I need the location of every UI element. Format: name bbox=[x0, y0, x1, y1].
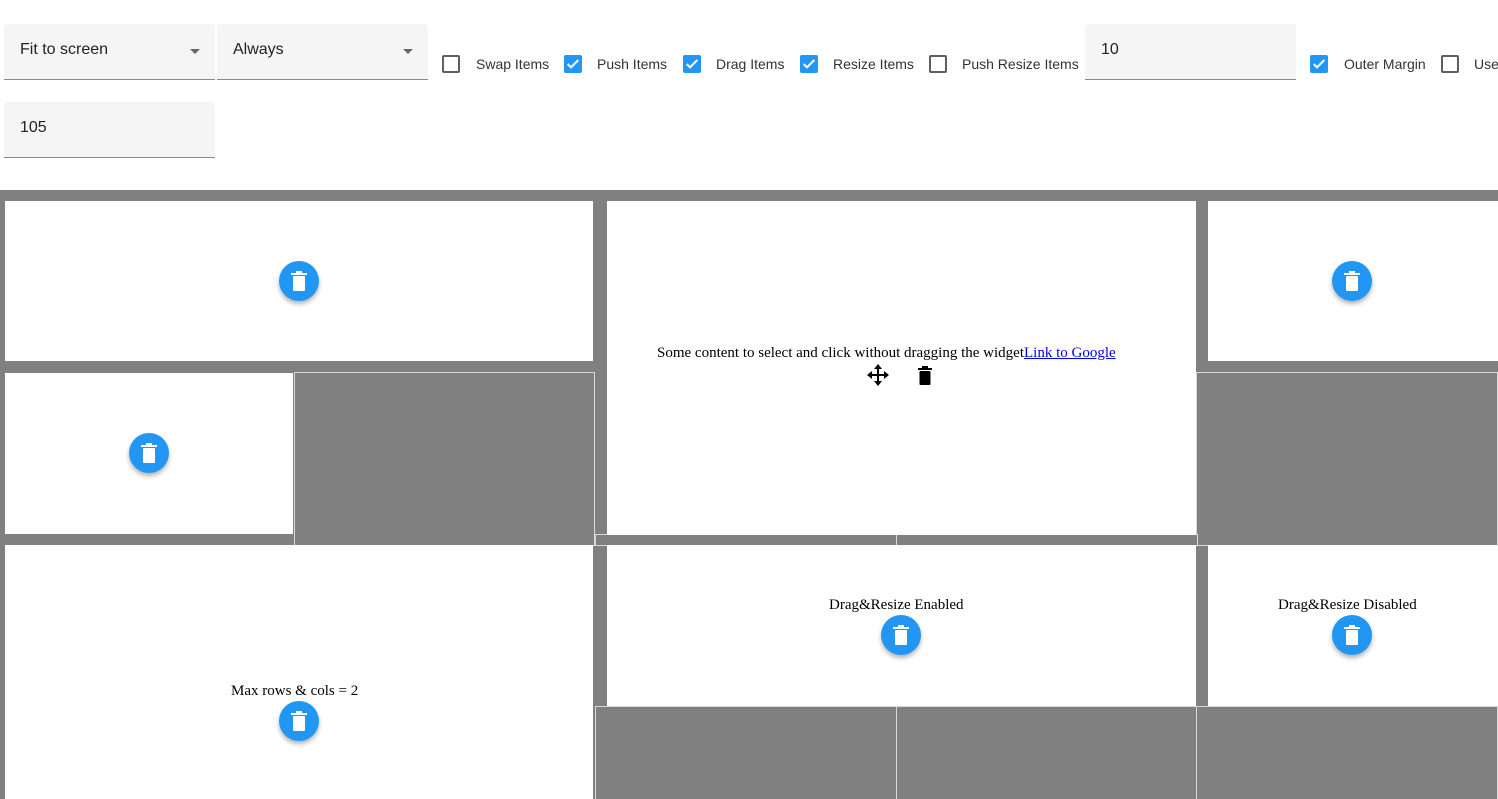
drag-items-label: Drag Items bbox=[716, 56, 785, 72]
empty-grid-cell bbox=[294, 372, 595, 546]
push-items-checkbox[interactable] bbox=[564, 55, 582, 73]
content-widget[interactable]: Some content to select and click without… bbox=[607, 201, 1196, 535]
drag-resize-disabled-label: Drag&Resize Disabled bbox=[1278, 597, 1417, 613]
push-resize-items-checkbox[interactable] bbox=[929, 55, 947, 73]
trash-icon bbox=[893, 625, 909, 645]
grid-type-select[interactable]: Fit to screen bbox=[4, 24, 215, 80]
grid-item[interactable] bbox=[5, 373, 293, 534]
trash-icon bbox=[291, 711, 307, 731]
trash-icon[interactable] bbox=[918, 366, 932, 385]
use-checkbox[interactable] bbox=[1441, 55, 1459, 73]
row-height-input[interactable]: 105 bbox=[4, 102, 215, 158]
move-icon[interactable] bbox=[866, 363, 890, 387]
swap-items-label: Swap Items bbox=[476, 56, 550, 72]
empty-grid-cell bbox=[1196, 706, 1498, 799]
google-link[interactable]: Link to Google bbox=[1024, 345, 1116, 361]
delete-button[interactable] bbox=[1332, 261, 1372, 301]
empty-grid-cell bbox=[896, 706, 1198, 799]
resize-items-checkbox[interactable] bbox=[800, 55, 818, 73]
drag-resize-disabled-widget[interactable]: Drag&Resize Disabled bbox=[1208, 545, 1498, 706]
compact-type-value: Always bbox=[233, 41, 284, 58]
grid-item[interactable] bbox=[1208, 201, 1498, 361]
outer-margin-label: Outer Margin bbox=[1344, 56, 1426, 72]
empty-grid-cell bbox=[595, 706, 897, 799]
chevron-down-icon bbox=[403, 49, 413, 54]
row-height-value: 105 bbox=[20, 119, 47, 136]
drag-resize-enabled-label: Drag&Resize Enabled bbox=[829, 597, 964, 613]
trash-icon bbox=[291, 271, 307, 291]
delete-button[interactable] bbox=[881, 615, 921, 655]
margin-input[interactable]: 10 bbox=[1085, 24, 1296, 80]
resize-items-label: Resize Items bbox=[833, 56, 914, 72]
push-items-label: Push Items bbox=[597, 56, 668, 72]
drag-resize-enabled-widget[interactable]: Drag&Resize Enabled bbox=[607, 545, 1196, 706]
grid-type-value: Fit to screen bbox=[20, 41, 109, 58]
outer-margin-checkbox[interactable] bbox=[1310, 55, 1328, 73]
compact-type-select[interactable]: Always bbox=[217, 24, 428, 80]
delete-button[interactable] bbox=[279, 261, 319, 301]
grid-item[interactable] bbox=[5, 201, 593, 361]
empty-grid-cell bbox=[1196, 372, 1498, 546]
max-rows-cols-label: Max rows & cols = 2 bbox=[231, 683, 359, 699]
use-label: Use bbox=[1474, 56, 1498, 72]
delete-button[interactable] bbox=[129, 433, 169, 473]
swap-items-checkbox[interactable] bbox=[442, 55, 460, 73]
trash-icon bbox=[1344, 271, 1360, 291]
drag-items-checkbox[interactable] bbox=[683, 55, 701, 73]
max-rows-cols-widget[interactable]: Max rows & cols = 2 bbox=[5, 545, 593, 799]
delete-button[interactable] bbox=[1332, 615, 1372, 655]
trash-icon bbox=[1344, 625, 1360, 645]
margin-value: 10 bbox=[1101, 41, 1119, 58]
gridster-grid: Some content to select and click without… bbox=[0, 190, 1498, 799]
delete-button[interactable] bbox=[279, 701, 319, 741]
content-text: Some content to select and click without… bbox=[657, 345, 1024, 361]
trash-icon bbox=[141, 443, 157, 463]
chevron-down-icon bbox=[190, 49, 200, 54]
push-resize-items-label: Push Resize Items bbox=[962, 56, 1079, 72]
